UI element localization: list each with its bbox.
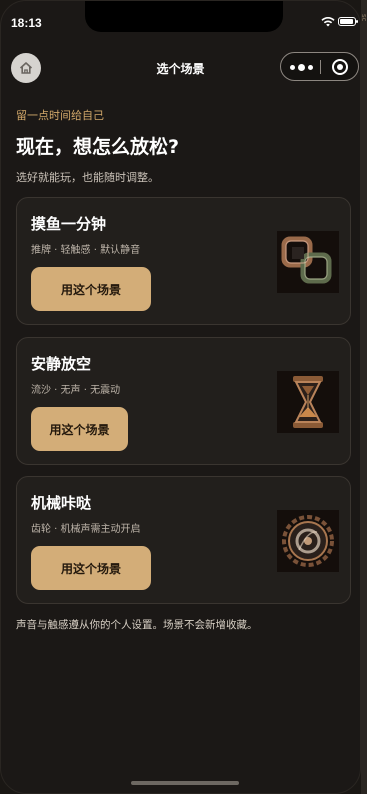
settings-footnote: 声音与触感遵从你的个人设置。场景不会新增收藏。 [16, 619, 258, 631]
adjacent-window-edge: sc [360, 0, 367, 794]
scene-card-tags: 推牌 · 轻触感 · 默认静音 [31, 245, 141, 256]
sliding-cards-icon [277, 231, 339, 293]
header-heading: 现在，想怎么放松? [16, 136, 180, 158]
phone-screen: 18:13 选个场景 留一点时间给自己 现在，想怎么放松? 选好就能玩，也能随时… [0, 0, 361, 794]
close-target-icon[interactable] [332, 59, 348, 75]
scene-card-tags: 齿轮 · 机械声需主动开启 [31, 524, 141, 535]
battery-icon [338, 17, 358, 26]
scene-card-title: 机械咔哒 [31, 494, 92, 512]
more-icon [298, 63, 305, 71]
home-indicator [131, 781, 239, 785]
header-subtitle: 选好就能玩，也能随时调整。 [16, 171, 159, 184]
gear-icon [277, 510, 339, 572]
use-scene-button[interactable]: 用这个场景 [31, 546, 151, 590]
scene-card-title: 摸鱼一分钟 [31, 215, 107, 233]
more-menu-button[interactable] [290, 62, 314, 72]
mini-program-capsule [280, 52, 359, 81]
more-icon [308, 64, 313, 70]
scene-card-tags: 流沙 · 无声 · 无震动 [31, 385, 121, 396]
scene-card-fish: 摸鱼一分钟 推牌 · 轻触感 · 默认静音 用这个场景 [16, 197, 351, 325]
capsule-divider [320, 60, 321, 74]
nav-bar: 选个场景 [1, 47, 360, 87]
status-time: 18:13 [11, 16, 42, 30]
scene-card-title: 安静放空 [31, 355, 92, 373]
use-scene-button[interactable]: 用这个场景 [31, 267, 151, 311]
hourglass-icon [277, 371, 339, 433]
status-bar: 18:13 [1, 1, 360, 41]
header-eyebrow: 留一点时间给自己 [16, 109, 104, 122]
more-icon [290, 64, 295, 70]
use-scene-button[interactable]: 用这个场景 [31, 407, 128, 451]
wifi-icon [321, 16, 335, 27]
scene-card-mechanical: 机械咔哒 齿轮 · 机械声需主动开启 用这个场景 [16, 476, 351, 604]
notch [85, 1, 283, 32]
scene-card-quiet: 安静放空 流沙 · 无声 · 无震动 用这个场景 [16, 337, 351, 465]
